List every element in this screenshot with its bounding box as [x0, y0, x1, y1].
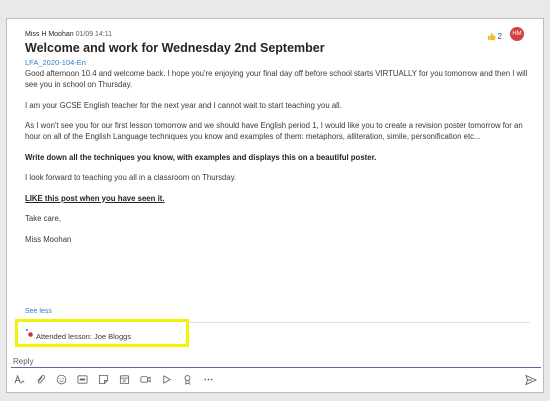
bot-icon — [26, 329, 33, 337]
emoji-icon — [56, 374, 66, 384]
post-signature: Miss Moohan — [25, 234, 72, 244]
reply-input[interactable] — [11, 354, 545, 369]
attendance-text: Attended lesson: Joe Bloggs — [36, 332, 132, 341]
post-paragraph: Take care, — [25, 214, 61, 223]
post-paragraph-bold: Write down all the techniques you know, … — [25, 152, 377, 162]
post-author[interactable]: Miss H Moohan — [25, 31, 74, 38]
post-paragraph: As I won't see you for our first lesson … — [25, 121, 523, 141]
gif-icon — [77, 374, 87, 384]
stream-icon — [162, 374, 171, 384]
reaction-count: 2 — [497, 32, 502, 41]
send-icon — [525, 374, 538, 386]
avatar[interactable]: HM — [510, 27, 524, 41]
compose-toolbar — [13, 373, 214, 385]
conversation-panel: Miss H Moohan 01/09 14:11 2 HM Welcome a… — [6, 18, 545, 393]
channel-tag[interactable]: LFA_2020-104-En — [25, 58, 86, 67]
post-paragraph: I am your GCSE English teacher for the n… — [25, 100, 342, 110]
format-icon — [13, 374, 24, 383]
post-body: Good afternoon 10.4 and welcome back. I … — [25, 68, 530, 254]
attendance-reply: Attended lesson: Joe Bloggs — [15, 319, 189, 347]
post-paragraph: Good afternoon 10.4 and welcome back. I … — [25, 69, 528, 89]
post-paragraph: I look forward to teaching you all in a … — [25, 173, 237, 182]
praise-button[interactable] — [181, 373, 193, 385]
gif-button[interactable] — [76, 373, 88, 385]
post-meta: Miss H Moohan 01/09 14:11 — [25, 31, 112, 38]
format-button[interactable] — [13, 373, 25, 385]
thumbs-up-icon — [487, 32, 496, 41]
more-options-button[interactable] — [202, 373, 214, 385]
see-less-link[interactable]: See less — [25, 308, 52, 315]
schedule-meeting-button[interactable] — [118, 373, 130, 385]
stream-button[interactable] — [160, 373, 172, 385]
more-options-icon — [203, 378, 213, 380]
praise-icon — [184, 374, 190, 385]
post-title: Welcome and work for Wednesday 2nd Septe… — [25, 41, 325, 55]
sticker-icon — [98, 374, 108, 384]
avatar-initials: HM — [512, 31, 522, 37]
channel-post: Miss H Moohan 01/09 14:11 2 HM Welcome a… — [15, 25, 530, 323]
post-timestamp: 01/09 14:11 — [75, 31, 113, 38]
like-reaction[interactable]: 2 — [487, 32, 502, 41]
schedule-meeting-icon — [119, 374, 129, 384]
meet-now-icon — [140, 375, 150, 383]
post-paragraph-underlined: LIKE this post when you have seen it. — [25, 193, 165, 203]
send-button[interactable] — [525, 373, 538, 386]
attach-button[interactable] — [34, 373, 46, 385]
sticker-button[interactable] — [97, 373, 109, 385]
emoji-button[interactable] — [55, 373, 67, 385]
reply-box[interactable] — [11, 351, 545, 369]
attach-icon — [36, 374, 45, 383]
meet-now-button[interactable] — [139, 373, 151, 385]
